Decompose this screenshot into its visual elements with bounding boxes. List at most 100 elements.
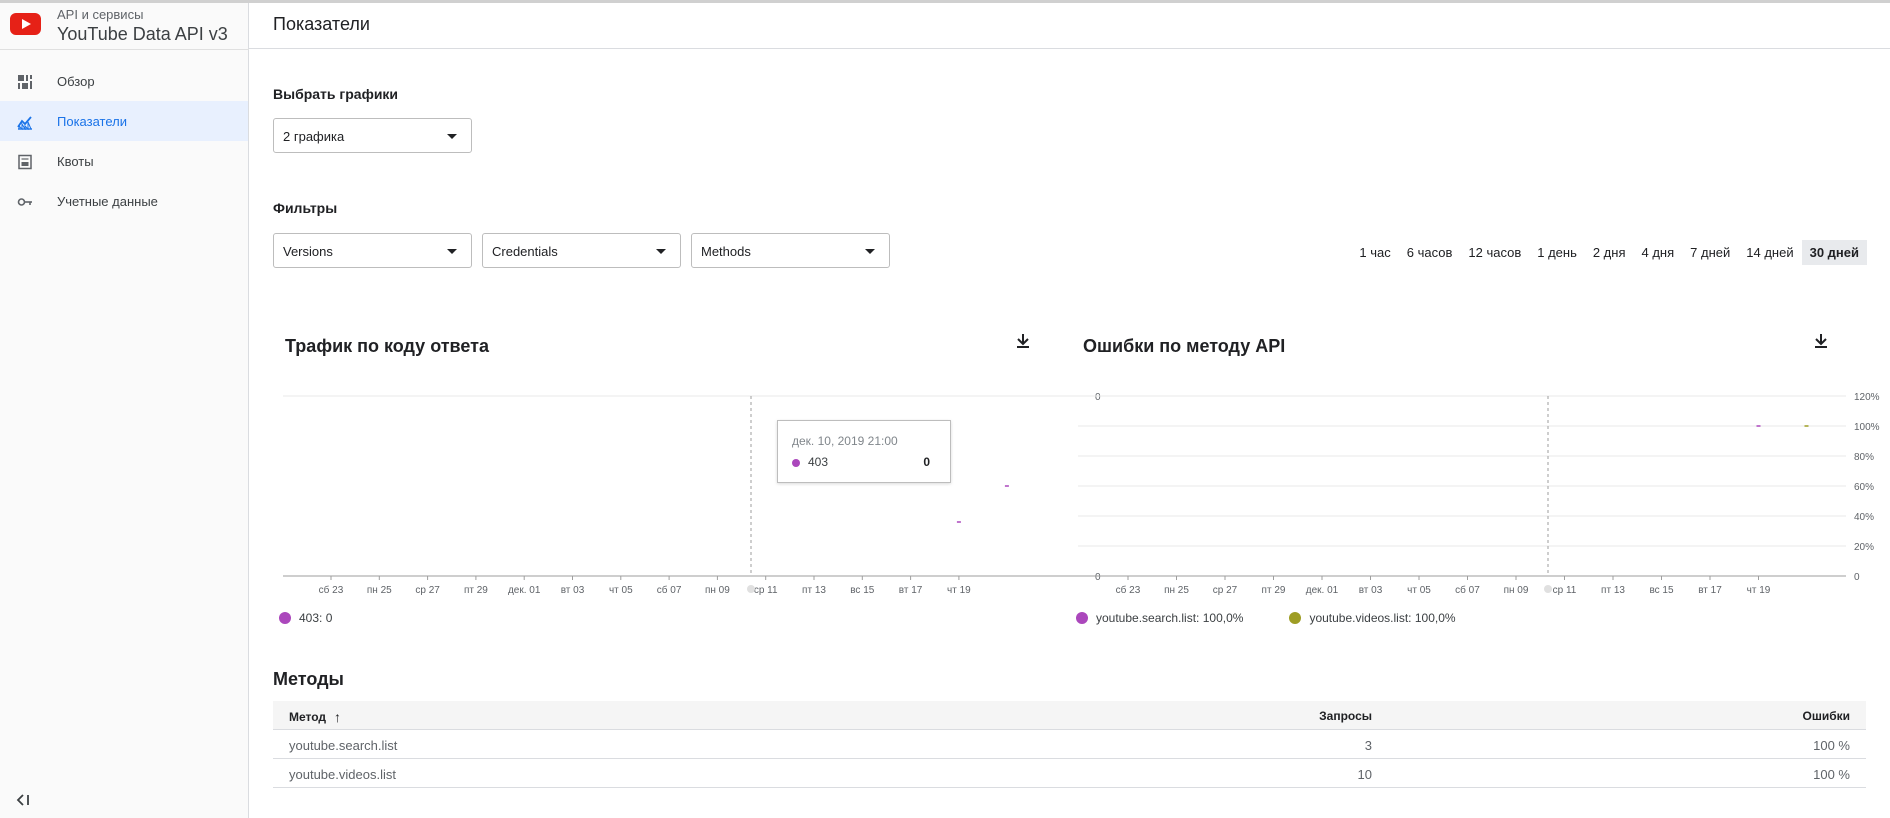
brand-subtitle: API и сервисы: [57, 7, 144, 22]
traffic-chart-plot[interactable]: 00,001/sсб 23пн 25ср 27пт 29дек. 01вт 03…: [281, 383, 1101, 603]
x-tick-label: пн 09: [1504, 585, 1529, 596]
column-header-method[interactable]: Метод ↑: [289, 709, 341, 725]
main-content: Показатели Выбрать графики 2 графика Фил…: [249, 3, 1890, 818]
legend-dot: [279, 612, 291, 624]
select-charts-label: Выбрать графики: [273, 86, 399, 102]
table-row[interactable]: youtube.videos.list 10 100 %: [273, 759, 1866, 788]
errors-chart-legend: youtube.search.list: 100,0% youtube.video…: [1076, 611, 1502, 625]
traffic-chart-legend: 403: 0: [279, 611, 378, 625]
legend-dot: [1289, 612, 1302, 624]
table-row[interactable]: youtube.search.list 3 100 %: [273, 730, 1866, 759]
sort-ascending-icon[interactable]: ↑: [334, 709, 341, 725]
sidebar: API и сервисы YouTube Data API v3 Обзор …: [0, 3, 249, 818]
errors-chart-title: Ошибки по методу API: [1083, 336, 1286, 356]
x-tick-label: сб 07: [1455, 584, 1480, 596]
collapse-sidebar-button[interactable]: [16, 793, 30, 809]
time-range-option[interactable]: 30 дней: [1801, 240, 1867, 265]
credentials-filter-value: Credentials: [492, 244, 558, 259]
x-tick-label: чт 05: [609, 585, 633, 596]
time-range-option[interactable]: 2 дня: [1585, 240, 1634, 265]
sidebar-item-label: Обзор: [57, 73, 95, 89]
x-tick-label: вс 15: [1649, 585, 1674, 596]
table-header-row: Метод ↑ Запросы Ошибки: [273, 701, 1866, 730]
legend-value: 100,0%: [1202, 611, 1244, 625]
credentials-filter-dropdown[interactable]: Credentials: [482, 233, 681, 268]
x-tick-label: пн 25: [367, 585, 392, 596]
methods-section-title: Методы: [273, 669, 344, 689]
methods-filter-dropdown[interactable]: Methods: [691, 233, 890, 268]
collapse-left-icon: [16, 794, 29, 806]
cell-method: youtube.search.list: [289, 738, 398, 753]
legend-name: 403:: [299, 611, 323, 625]
x-tick-label: дек. 01: [1306, 585, 1339, 596]
brand-title: YouTube Data API v3: [57, 24, 228, 44]
tooltip-header: дек. 10, 2019 21:00: [792, 434, 898, 448]
youtube-logo-icon[interactable]: [10, 13, 41, 35]
x-tick-label: вт 17: [899, 585, 923, 596]
app-root: API и сервисы YouTube Data API v3 Обзор …: [0, 0, 1890, 818]
brand-header: API и сервисы YouTube Data API v3: [0, 3, 249, 50]
x-tick-label: чт 05: [1407, 585, 1431, 596]
cell-requests: 10: [1357, 767, 1372, 782]
x-tick-label: чт 19: [1747, 585, 1771, 596]
tooltip-series-value: 0: [923, 455, 930, 469]
methods-filter-value: Methods: [701, 244, 751, 259]
chevron-down-icon: [447, 249, 457, 254]
page-header: Показатели: [249, 3, 1890, 49]
legend-name: youtube.videos.list:: [1309, 611, 1412, 625]
errors-chart-plot[interactable]: 0 20% 40% 60% 80% 100% 120% сб 23 пн 25 ср 27 пт 2…: [1078, 383, 1890, 603]
x-tick-label: вт 03: [561, 585, 585, 596]
sidebar-item-label: Показатели: [57, 113, 127, 129]
time-range-option[interactable]: 1 час: [1351, 240, 1398, 265]
sidebar-item-metrics[interactable]: Показатели: [0, 101, 248, 141]
cell-requests: 3: [1364, 738, 1372, 753]
x-tick-label: пт 29: [464, 585, 488, 596]
time-range-option[interactable]: 6 часов: [1399, 240, 1461, 265]
x-tick-label: чт 19: [947, 585, 971, 596]
x-tick-label: ср 27: [1213, 585, 1238, 596]
column-header-errors[interactable]: Ошибки: [1802, 709, 1850, 723]
x-tick-label: сб 23: [319, 584, 344, 596]
x-tick-label: вт 17: [1698, 585, 1722, 596]
x-tick-label: пт 29: [1262, 585, 1286, 596]
chevron-down-icon: [656, 249, 666, 254]
legend-dot: [1076, 612, 1088, 624]
chart-tooltip: дек. 10, 2019 21:00 403 0: [777, 420, 951, 483]
chevron-down-icon: [865, 249, 875, 254]
y-tick-label: 100%: [1854, 422, 1880, 433]
download-icon[interactable]: [1813, 333, 1829, 349]
column-header-requests[interactable]: Запросы: [1319, 709, 1372, 723]
tooltip-series-dot: [792, 459, 800, 467]
versions-filter-value: Versions: [283, 244, 333, 259]
select-charts-dropdown[interactable]: 2 графика: [273, 118, 472, 153]
sidebar-item-label: Учетные данные: [57, 193, 158, 209]
x-tick-label: сб 07: [657, 584, 682, 596]
time-range-option[interactable]: 12 часов: [1460, 240, 1529, 265]
methods-table: Метод ↑ Запросы Ошибки youtube.search.lis…: [273, 701, 1866, 788]
time-range-option[interactable]: 1 день: [1529, 240, 1585, 265]
legend-name: youtube.search.list:: [1096, 611, 1200, 625]
x-tick-label: ср 11: [754, 585, 778, 596]
y-tick-label: 20%: [1854, 542, 1874, 553]
legend-item[interactable]: 403: 0: [279, 611, 332, 625]
sidebar-item-quotas[interactable]: Квоты: [0, 141, 248, 181]
legend-value: 0: [325, 611, 333, 625]
cell-method: youtube.videos.list: [289, 767, 396, 782]
x-tick-label: сб 23: [1116, 584, 1141, 596]
y-tick-label: 40%: [1854, 512, 1874, 523]
y-tick-label: 0: [1854, 572, 1860, 583]
time-range-option[interactable]: 14 дней: [1738, 240, 1801, 265]
sidebar-item-overview[interactable]: Обзор: [0, 61, 248, 101]
versions-filter-dropdown[interactable]: Versions: [273, 233, 472, 268]
filters-label: Фильтры: [273, 200, 338, 216]
x-tick-label: пт 13: [802, 585, 826, 596]
tooltip-series-name: 403: [808, 455, 829, 469]
cell-errors: 100 %: [1813, 767, 1850, 782]
time-range-option[interactable]: 7 дней: [1682, 240, 1738, 265]
time-range-option[interactable]: 4 дня: [1634, 240, 1683, 265]
quota-icon: [18, 154, 32, 170]
legend-item[interactable]: youtube.videos.list: 100,0%: [1289, 611, 1456, 625]
sidebar-item-credentials[interactable]: Учетные данные: [0, 181, 248, 221]
legend-item[interactable]: youtube.search.list: 100,0%: [1076, 611, 1243, 625]
download-icon[interactable]: [1015, 333, 1031, 349]
